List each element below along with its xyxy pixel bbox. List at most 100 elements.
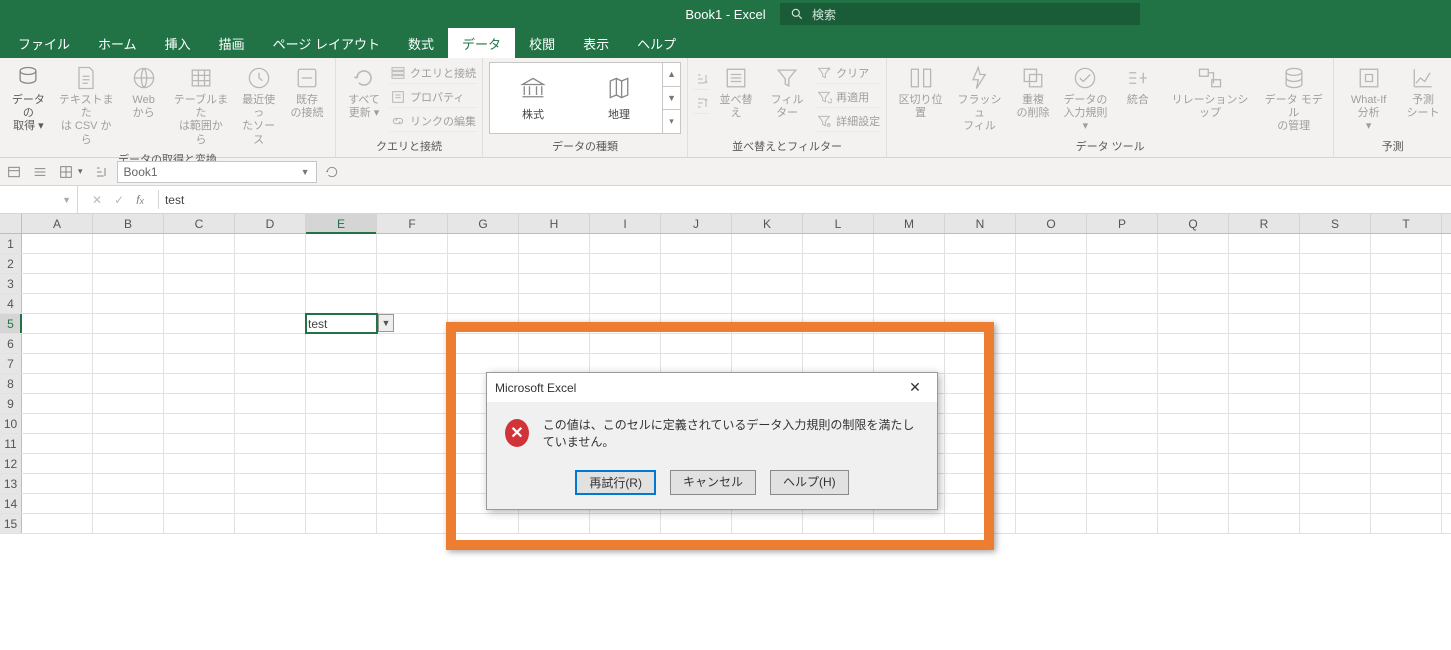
cell[interactable]: [377, 274, 448, 293]
cell[interactable]: [22, 234, 93, 253]
cell[interactable]: [1016, 494, 1087, 513]
cell[interactable]: [306, 334, 377, 353]
column-header[interactable]: Q: [1158, 214, 1229, 233]
cell[interactable]: [1087, 514, 1158, 533]
cell[interactable]: [448, 274, 519, 293]
cell[interactable]: [1229, 414, 1300, 433]
qat-icon-4[interactable]: [91, 164, 111, 180]
cell[interactable]: [874, 274, 945, 293]
dialog-close-button[interactable]: ✕: [901, 379, 929, 396]
cell[interactable]: [1016, 374, 1087, 393]
cell[interactable]: [1300, 334, 1371, 353]
cell[interactable]: [945, 474, 1016, 493]
cell[interactable]: [945, 354, 1016, 373]
cell[interactable]: [590, 254, 661, 273]
tab-ホーム[interactable]: ホーム: [84, 28, 151, 58]
data-model-button[interactable]: データ モデル の管理: [1260, 62, 1327, 136]
cell[interactable]: [377, 354, 448, 373]
cell[interactable]: [1016, 254, 1087, 273]
cell[interactable]: [1016, 234, 1087, 253]
cell[interactable]: [377, 334, 448, 353]
cell[interactable]: [732, 294, 803, 313]
cell[interactable]: [1371, 234, 1442, 253]
cell[interactable]: [22, 274, 93, 293]
gallery-more[interactable]: ▾: [663, 110, 680, 133]
cell[interactable]: [93, 494, 164, 513]
column-header[interactable]: M: [874, 214, 945, 233]
existing-connections-button[interactable]: 既存 の接続: [285, 62, 329, 122]
cell[interactable]: [1371, 494, 1442, 513]
cell[interactable]: [93, 234, 164, 253]
cell[interactable]: [235, 234, 306, 253]
formula-input[interactable]: test: [159, 193, 1451, 207]
cell[interactable]: [235, 354, 306, 373]
qat-icon-3[interactable]: ▾: [56, 164, 85, 180]
cell[interactable]: [945, 334, 1016, 353]
data-validation-button[interactable]: データの 入力規則 ▾: [1059, 62, 1112, 136]
cell[interactable]: [945, 414, 1016, 433]
cell[interactable]: [945, 494, 1016, 513]
column-header[interactable]: J: [661, 214, 732, 233]
cell[interactable]: [377, 414, 448, 433]
cell[interactable]: [22, 254, 93, 273]
cell[interactable]: [22, 314, 93, 333]
cell[interactable]: [519, 234, 590, 253]
data-type-geography[interactable]: 地理: [576, 63, 662, 133]
tab-ページ レイアウト[interactable]: ページ レイアウト: [259, 28, 394, 58]
cell[interactable]: [22, 374, 93, 393]
cell[interactable]: [93, 474, 164, 493]
cell[interactable]: [1158, 454, 1229, 473]
cell[interactable]: [1087, 414, 1158, 433]
cell[interactable]: [164, 234, 235, 253]
edit-links-button[interactable]: リンクの編集: [390, 110, 476, 132]
cell[interactable]: [448, 294, 519, 313]
cell[interactable]: [1087, 374, 1158, 393]
cell[interactable]: [22, 454, 93, 473]
cell[interactable]: [732, 354, 803, 373]
cell[interactable]: [945, 394, 1016, 413]
fx-icon[interactable]: fx: [136, 193, 144, 207]
cell[interactable]: [519, 334, 590, 353]
cell[interactable]: [1229, 394, 1300, 413]
cell[interactable]: [93, 254, 164, 273]
properties-button[interactable]: プロパティ: [390, 86, 476, 108]
cell[interactable]: [1158, 414, 1229, 433]
cell[interactable]: [448, 354, 519, 373]
cell[interactable]: [235, 274, 306, 293]
cell[interactable]: [1229, 334, 1300, 353]
cell[interactable]: [235, 314, 306, 333]
gallery-scroll-up[interactable]: ▲: [663, 63, 680, 87]
row-header[interactable]: 12: [0, 454, 22, 473]
cell[interactable]: [1300, 254, 1371, 273]
cell[interactable]: [1158, 494, 1229, 513]
cell[interactable]: [1158, 274, 1229, 293]
tab-描画[interactable]: 描画: [205, 28, 259, 58]
cell[interactable]: [661, 334, 732, 353]
column-header[interactable]: A: [22, 214, 93, 233]
help-button[interactable]: ヘルプ(H): [770, 470, 849, 495]
queries-connections-button[interactable]: クエリと接続: [390, 62, 476, 84]
row-header[interactable]: 5: [0, 314, 22, 333]
cell[interactable]: [1300, 294, 1371, 313]
clear-filter-button[interactable]: クリア: [816, 62, 880, 84]
column-header[interactable]: R: [1229, 214, 1300, 233]
cell[interactable]: [1229, 434, 1300, 453]
cell[interactable]: [306, 374, 377, 393]
column-header[interactable]: K: [732, 214, 803, 233]
cell[interactable]: [306, 454, 377, 473]
cell[interactable]: [377, 474, 448, 493]
cell[interactable]: [945, 454, 1016, 473]
row-header[interactable]: 2: [0, 254, 22, 273]
cell[interactable]: [590, 314, 661, 333]
cell[interactable]: [1300, 374, 1371, 393]
cell[interactable]: [306, 474, 377, 493]
text-to-columns-button[interactable]: 区切り位置: [893, 62, 948, 122]
cell[interactable]: [448, 514, 519, 533]
gallery-scroll-down[interactable]: ▼: [663, 87, 680, 111]
column-header[interactable]: L: [803, 214, 874, 233]
cell[interactable]: [732, 334, 803, 353]
cell[interactable]: [519, 354, 590, 373]
cell[interactable]: [93, 394, 164, 413]
cell[interactable]: [1371, 514, 1442, 533]
row-header[interactable]: 1: [0, 234, 22, 253]
